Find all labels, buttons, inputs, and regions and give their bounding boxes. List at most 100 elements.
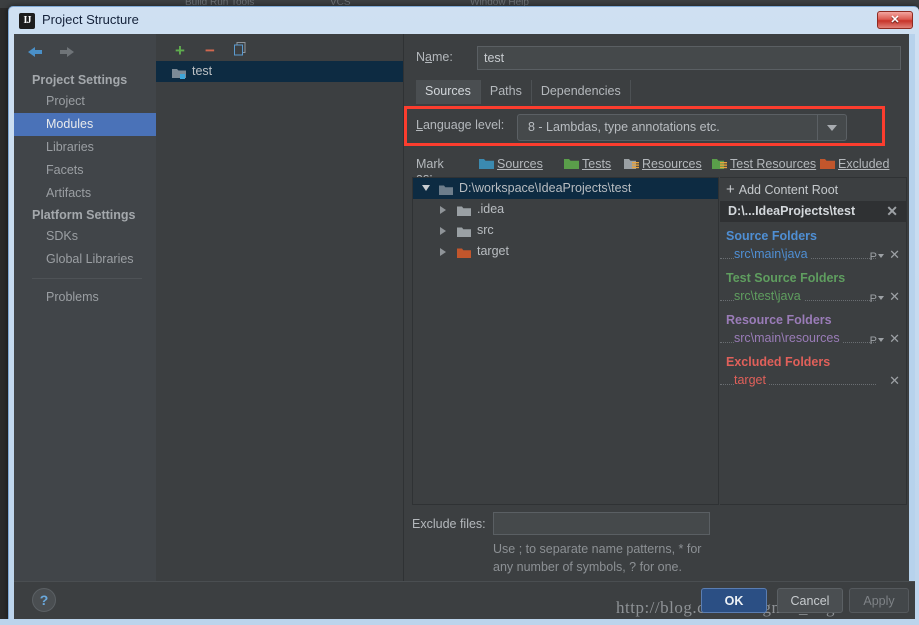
folder-icon [457, 203, 471, 216]
window-bottom-edge [0, 619, 919, 625]
tree-row-label: src [477, 223, 494, 237]
copy-icon[interactable] [230, 41, 250, 61]
folder-resources-icon [624, 157, 639, 170]
sidebar-item-project[interactable]: Project [14, 90, 156, 113]
test-source-folders-title: Test Source Folders [726, 271, 846, 285]
tab-paths[interactable]: Paths [481, 80, 532, 104]
exclude-files-input[interactable] [493, 512, 710, 535]
help-button[interactable]: ? [32, 588, 56, 612]
sidebar-item-list: Project Settings Project Modules Librari… [14, 70, 156, 309]
close-button[interactable]: ✕ [877, 11, 913, 29]
tree-row[interactable]: src [413, 220, 718, 241]
remove-resource-folder-icon[interactable]: ✕ [889, 329, 900, 348]
project-structure-window: IJ Project Structure ✕ Project Settings [8, 6, 919, 620]
chevron-right-icon[interactable] [440, 248, 446, 256]
chevron-right-icon[interactable] [440, 206, 446, 214]
mark-as-excluded-button[interactable]: Excluded [820, 155, 889, 173]
sidebar-item-libraries[interactable]: Libraries [14, 136, 156, 159]
window-title: Project Structure [42, 12, 139, 27]
remove-excluded-folder-icon[interactable]: ✕ [889, 371, 900, 390]
add-content-root-button[interactable]: + Add Content Root [720, 178, 906, 201]
apply-button: Apply [849, 588, 909, 613]
tree-row[interactable]: D:\workspace\IdeaProjects\test [413, 178, 718, 199]
add-module-button[interactable]: + [170, 41, 190, 61]
cancel-button[interactable]: Cancel [777, 588, 843, 613]
language-level-label: Language level: [416, 118, 505, 132]
mark-as-tests-label: Tests [582, 157, 612, 171]
editor-tabs: Sources Paths Dependencies [416, 80, 631, 104]
remove-module-button[interactable]: − [200, 41, 220, 61]
package-prefix-button[interactable]: P [870, 290, 884, 309]
sidebar-item-modules[interactable]: Modules [14, 113, 156, 136]
tab-dependencies[interactable]: Dependencies [532, 80, 631, 104]
content-root-tree: D:\workspace\IdeaProjects\test .idea src [412, 177, 719, 505]
module-row-label: test [192, 64, 213, 78]
tree-row-label: D:\workspace\IdeaProjects\test [459, 181, 632, 195]
plus-icon: + [726, 181, 735, 198]
module-rows: test [156, 61, 403, 581]
ok-button[interactable]: OK [701, 588, 767, 613]
language-level-dropdown-button[interactable] [817, 115, 846, 140]
mark-as-sources-button[interactable]: Sources [479, 155, 543, 173]
package-prefix-button[interactable]: P [870, 248, 884, 267]
folder-icon [457, 224, 471, 237]
folder-tests-icon [564, 157, 579, 170]
folder-test-resources-icon [712, 157, 727, 170]
sidebar-group-platform-settings: Platform Settings [32, 208, 136, 222]
sidebar-item-artifacts[interactable]: Artifacts [14, 182, 156, 205]
settings-sidebar: Project Settings Project Modules Librari… [14, 34, 156, 581]
module-name-input[interactable]: test [477, 46, 901, 70]
module-list-panel: + − test [156, 34, 404, 581]
arrow-left-icon[interactable] [24, 44, 46, 60]
title-bar[interactable]: IJ Project Structure ✕ [9, 7, 919, 35]
sidebar-item-sdks[interactable]: SDKs [14, 225, 156, 248]
mark-as-sources-label: Sources [497, 157, 543, 171]
excluded-folders-title: Excluded Folders [726, 355, 831, 369]
tree-row[interactable]: .idea [413, 199, 718, 220]
tab-sources[interactable]: Sources [416, 80, 481, 104]
exclude-files-label: Exclude files: [412, 517, 486, 531]
module-editor-panel: Name: test Sources Paths Dependencies La… [404, 34, 915, 581]
tree-row[interactable]: target [413, 241, 718, 262]
chevron-right-icon[interactable] [440, 227, 446, 235]
language-level-combo[interactable]: 8 - Lambdas, type annotations etc. [517, 114, 847, 141]
content-roots-panel: + Add Content Root D:\...IdeaProjects\tes… [720, 177, 907, 505]
chevron-down-icon[interactable] [422, 185, 430, 191]
module-name-label: Name: [416, 50, 453, 64]
source-folder-row[interactable]: src\main\java P ✕ [720, 245, 906, 264]
sidebar-item-global-libraries[interactable]: Global Libraries [14, 248, 156, 271]
mark-as-excluded-label: Excluded [838, 157, 890, 171]
mark-as-resources-button[interactable]: Resources [624, 155, 702, 173]
mark-as-tests-button[interactable]: Tests [564, 155, 611, 173]
test-source-folder-path: src\test\java [734, 289, 804, 303]
content-root-path: D:\...IdeaProjects\test [728, 204, 856, 218]
dialog-body: Project Settings Project Modules Librari… [14, 34, 915, 620]
tree-row-label: target [477, 244, 509, 258]
language-level-row: Language level: 8 - Lambdas, type annota… [416, 114, 901, 141]
sidebar-divider [32, 278, 142, 279]
content-root-header: D:\...IdeaProjects\test ✕ [720, 201, 906, 222]
intellij-idea-icon: IJ [19, 13, 35, 29]
excluded-folder-row[interactable]: target ✕ [720, 371, 906, 390]
test-source-folder-row[interactable]: src\test\java P ✕ [720, 287, 906, 306]
package-prefix-button[interactable]: P [870, 332, 884, 351]
exclude-files-help-text: Use ; to separate name patterns, * for a… [493, 542, 702, 574]
sidebar-item-facets[interactable]: Facets [14, 159, 156, 182]
tree-row-label: .idea [477, 202, 505, 216]
sidebar-item-problems[interactable]: Problems [14, 286, 156, 309]
folder-excluded-icon [820, 157, 835, 170]
resource-folder-path: src\main\resources [734, 331, 843, 345]
folder-icon [439, 182, 453, 195]
window-right-edge [909, 34, 915, 581]
remove-test-source-folder-icon[interactable]: ✕ [889, 287, 900, 306]
remove-source-folder-icon[interactable]: ✕ [889, 245, 900, 264]
module-folder-icon [172, 65, 186, 79]
mark-as-test-resources-button[interactable]: Test Resources [712, 155, 816, 173]
remove-content-root-icon[interactable]: ✕ [886, 201, 898, 222]
module-row-test[interactable]: test [156, 61, 403, 82]
chevron-down-icon [827, 125, 837, 131]
mark-as-resources-label: Resources [642, 157, 702, 171]
add-content-root-label: Add Content Root [738, 183, 839, 197]
excluded-folder-path: target [734, 373, 769, 387]
resource-folder-row[interactable]: src\main\resources P ✕ [720, 329, 906, 348]
